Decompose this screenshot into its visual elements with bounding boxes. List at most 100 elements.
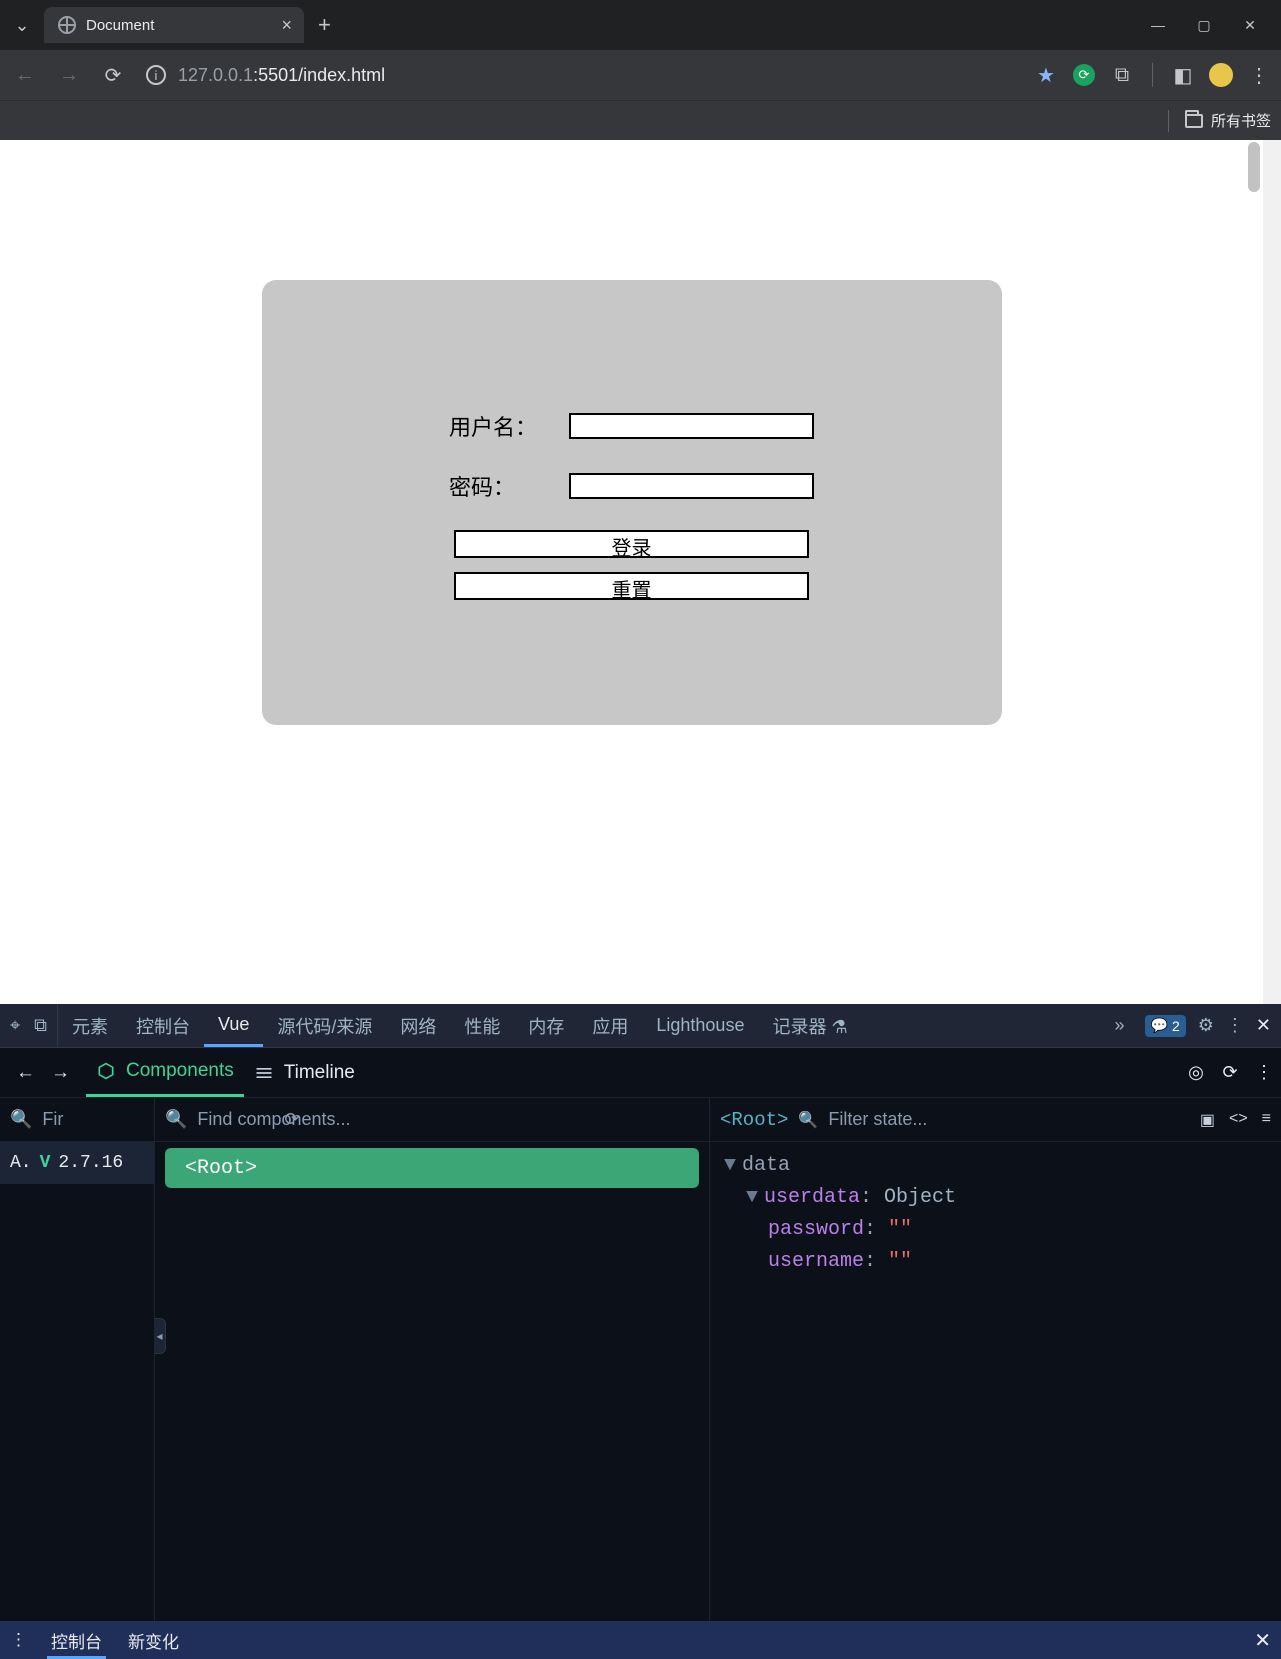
separator: [1152, 63, 1153, 87]
drawer-menu-icon[interactable]: ⋮: [10, 1630, 27, 1650]
vue-tree-column: 🔍 <Root> ◂: [155, 1098, 710, 1621]
vue-devtools-toolbar: ← → Components Timeline ◎ ⟳ ⋮: [0, 1048, 1281, 1098]
reset-button[interactable]: 重置: [454, 572, 809, 600]
state-key-data[interactable]: data: [742, 1154, 790, 1177]
inspect-element-icon[interactable]: ⌖: [10, 1015, 20, 1036]
vue-refresh-icon[interactable]: ⟳: [1213, 1062, 1247, 1083]
password-label: 密码：: [449, 470, 569, 502]
bookmark-star-icon[interactable]: ★: [1032, 61, 1060, 89]
back-button[interactable]: ←: [8, 58, 42, 92]
devtools-more-tabs[interactable]: »: [1105, 1015, 1135, 1036]
drawer-tab[interactable]: 新变化: [124, 1629, 183, 1656]
vue-nav-back[interactable]: ←: [16, 1062, 35, 1084]
state-key-username[interactable]: username: [768, 1250, 864, 1273]
vue-tab-components[interactable]: Components: [86, 1048, 244, 1097]
extension-green-icon[interactable]: ⟳: [1070, 61, 1098, 89]
devtools-tab[interactable]: 控制台: [122, 1004, 204, 1047]
all-bookmarks-link[interactable]: 所有书签: [1211, 110, 1271, 131]
vue-inspect-dom-icon[interactable]: <>: [1229, 1110, 1248, 1130]
devtools-tab[interactable]: 性能: [450, 1004, 514, 1047]
vue-tree-root-label: <Root>: [185, 1157, 257, 1180]
vue-nav-forward[interactable]: →: [51, 1062, 70, 1084]
devtools-tab[interactable]: 应用: [578, 1004, 642, 1047]
vue-tree-root[interactable]: <Root>: [165, 1148, 699, 1188]
devtools-settings-icon[interactable]: ⚙: [1198, 1015, 1214, 1036]
browser-titlebar: ⌄ Document × + — ▢ ✕: [0, 0, 1281, 50]
vue-filter-state-input[interactable]: [828, 1109, 1190, 1130]
devtools-tab[interactable]: 记录器 ⚗: [758, 1004, 861, 1047]
login-card: 用户名： 密码： 登录 重置: [262, 280, 1002, 725]
bookmarks-bar: 所有书签: [0, 100, 1281, 140]
browser-tab[interactable]: Document ×: [44, 7, 304, 43]
devtools-tab[interactable]: Vue: [204, 1004, 263, 1047]
folder-icon: [1185, 114, 1203, 128]
search-icon: 🔍: [165, 1109, 187, 1130]
drawer-tab[interactable]: 控制台: [47, 1629, 106, 1659]
vue-state-column: <Root> 🔍 ▣ <> ≡ ▼data ▼userdata: Object …: [710, 1098, 1281, 1621]
state-key-userdata[interactable]: userdata: [764, 1186, 860, 1209]
issues-count: 2: [1172, 1018, 1180, 1034]
vue-tab-timeline[interactable]: Timeline: [244, 1048, 365, 1097]
vue-app-letter: A.: [10, 1153, 32, 1173]
state-key-password[interactable]: password: [768, 1218, 864, 1241]
vue-tab-timeline-label: Timeline: [284, 1062, 355, 1084]
devtools-tabbar: ⌖ ⧉ 元素控制台Vue源代码/来源网络性能内存应用Lighthouse记录器 …: [0, 1004, 1281, 1048]
issues-badge[interactable]: 💬 2: [1145, 1015, 1186, 1037]
url-path: :5501/index.html: [253, 65, 385, 85]
browser-toolbar: ← → ⟳ i 127.0.0.1:5501/index.html ★ ⟳ ⧉ …: [0, 50, 1281, 100]
window-close-button[interactable]: ✕: [1227, 9, 1273, 41]
devtools-tab[interactable]: 网络: [386, 1004, 450, 1047]
side-panel-icon[interactable]: ◧: [1169, 61, 1197, 89]
page-viewport: 用户名： 密码： 登录 重置: [0, 140, 1281, 1004]
window-maximize-button[interactable]: ▢: [1181, 9, 1227, 41]
vue-app-row[interactable]: A. V 2.7.16: [0, 1142, 154, 1184]
drawer-close-button[interactable]: ✕: [1254, 1628, 1271, 1653]
vue-devtools-body: 🔍 ⟳ A. V 2.7.16 🔍 <Root> ◂ <Root> 🔍 ▣ <>: [0, 1098, 1281, 1621]
vue-state-tree: ▼data ▼userdata: Object password: "" use…: [710, 1142, 1281, 1286]
vue-collapse-handle[interactable]: ◂: [154, 1318, 166, 1354]
search-icon: 🔍: [798, 1110, 818, 1130]
devtools-drawer-bar: ⋮ 控制台新变化 ✕: [0, 1621, 1281, 1659]
components-icon: [96, 1061, 116, 1081]
forward-button[interactable]: →: [52, 58, 86, 92]
extensions-icon[interactable]: ⧉: [1108, 61, 1136, 89]
tab-close-button[interactable]: ×: [281, 15, 292, 36]
tab-title: Document: [86, 17, 154, 34]
vue-locate-icon[interactable]: ◎: [1179, 1062, 1213, 1083]
chat-icon: 💬: [1151, 1017, 1168, 1034]
separator: [1168, 110, 1169, 132]
state-val-username: "": [888, 1250, 912, 1273]
tab-search-button[interactable]: ⌄: [8, 15, 36, 36]
login-button[interactable]: 登录: [454, 530, 809, 558]
devtools-close-button[interactable]: ✕: [1256, 1015, 1271, 1036]
devtools-tab[interactable]: 内存: [514, 1004, 578, 1047]
window-minimize-button[interactable]: —: [1135, 9, 1181, 41]
search-icon: 🔍: [10, 1109, 32, 1130]
vue-format-icon[interactable]: ≡: [1262, 1110, 1271, 1130]
devtools-tab[interactable]: Lighthouse: [642, 1004, 758, 1047]
vue-logo-icon: V: [40, 1153, 51, 1173]
vue-app-version: 2.7.16: [58, 1153, 123, 1173]
url-host: 127.0.0.1: [178, 65, 253, 85]
vue-menu-icon[interactable]: ⋮: [1247, 1062, 1281, 1083]
vue-selected-component: <Root>: [720, 1109, 788, 1131]
reload-button[interactable]: ⟳: [96, 58, 130, 92]
vue-apps-column: 🔍 ⟳ A. V 2.7.16: [0, 1098, 155, 1621]
vue-scroll-to-icon[interactable]: ▣: [1200, 1110, 1215, 1130]
devtools-tab[interactable]: 源代码/来源: [263, 1004, 386, 1047]
profile-avatar[interactable]: [1207, 61, 1235, 89]
vue-find-components-input[interactable]: [197, 1109, 699, 1130]
vue-tab-components-label: Components: [126, 1060, 234, 1082]
browser-menu-button[interactable]: ⋮: [1245, 61, 1273, 89]
globe-icon: [58, 16, 76, 34]
devtools-tab[interactable]: 元素: [58, 1004, 122, 1047]
new-tab-button[interactable]: +: [318, 12, 331, 38]
state-type-object: Object: [884, 1186, 956, 1209]
password-input[interactable]: [569, 473, 814, 499]
username-input[interactable]: [569, 413, 814, 439]
device-toolbar-icon[interactable]: ⧉: [34, 1015, 47, 1036]
devtools-menu-icon[interactable]: ⋮: [1226, 1015, 1244, 1036]
address-bar[interactable]: i 127.0.0.1:5501/index.html: [146, 65, 385, 86]
site-info-icon[interactable]: i: [146, 65, 166, 85]
state-val-password: "": [888, 1218, 912, 1241]
